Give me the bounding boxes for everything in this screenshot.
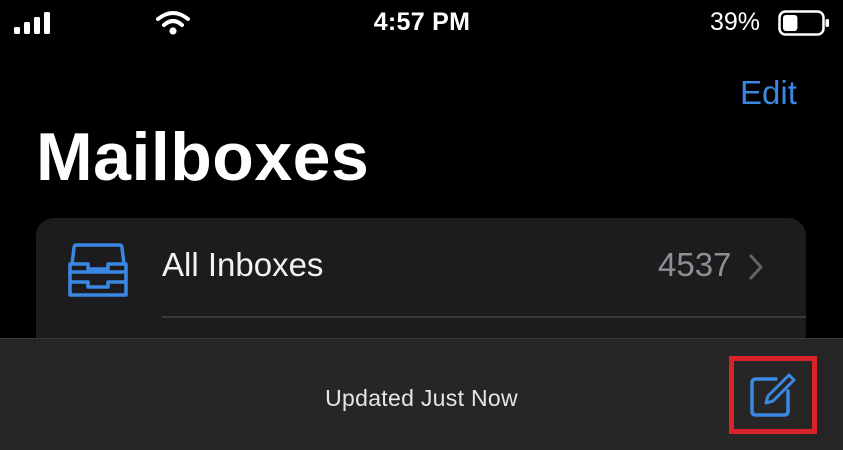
wifi-icon bbox=[156, 11, 190, 35]
status-time: 4:57 PM bbox=[373, 8, 471, 36]
mailbox-count: 4537 bbox=[658, 246, 732, 283]
bottom-toolbar: Updated Just Now bbox=[0, 338, 843, 450]
chevron-right-icon bbox=[749, 254, 763, 280]
tray-icon bbox=[68, 243, 128, 297]
mailbox-label: All Inboxes bbox=[162, 246, 324, 283]
edit-button[interactable]: Edit bbox=[740, 74, 797, 112]
cellular-signal-icon bbox=[14, 12, 50, 34]
update-status-text: Updated Just Now bbox=[325, 385, 518, 411]
page-title: Mailboxes bbox=[36, 119, 370, 195]
status-bar: 4:57 PM 39% bbox=[0, 0, 843, 46]
battery-icon bbox=[778, 10, 829, 36]
row-divider bbox=[162, 316, 806, 318]
mailbox-row-all-inboxes[interactable]: All Inboxes 4537 bbox=[36, 218, 806, 318]
battery-percent: 39% bbox=[710, 8, 761, 36]
mail-app-screen: 4:57 PM 39% Edit Mailboxes All Inboxes 4… bbox=[0, 0, 843, 450]
compose-icon[interactable] bbox=[748, 373, 798, 419]
